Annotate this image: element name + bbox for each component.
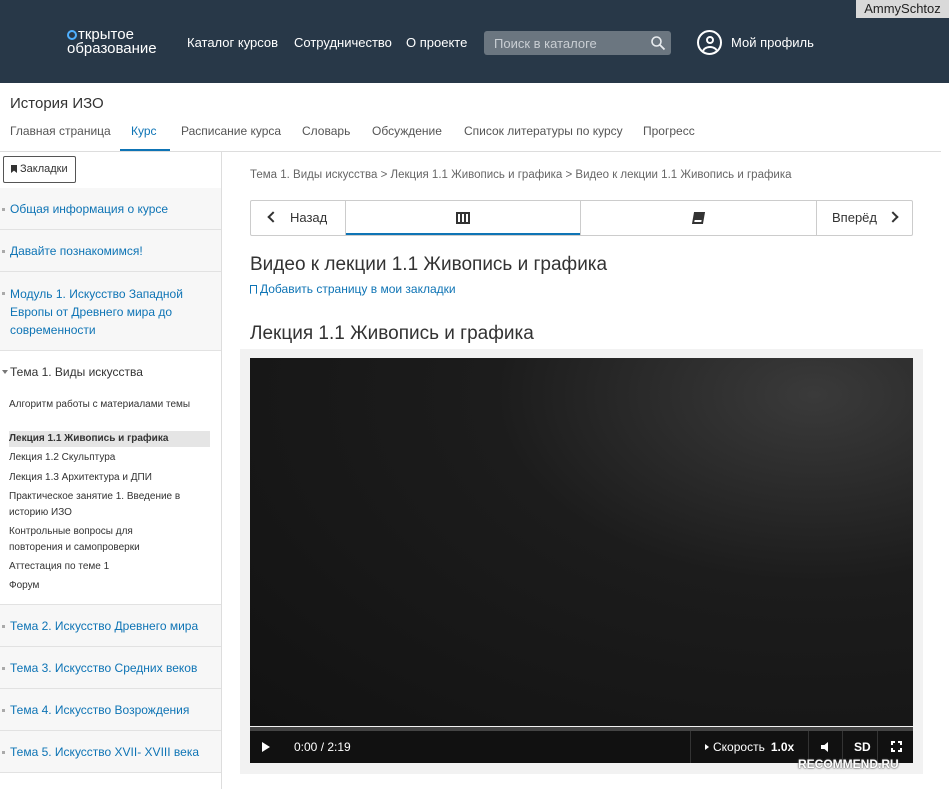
- search-icon[interactable]: [650, 35, 666, 51]
- logo-o-icon: [67, 30, 77, 40]
- sidebar-section-label: Общая информация о курсе: [10, 202, 169, 216]
- tab-course[interactable]: Курс: [131, 124, 157, 138]
- add-bookmark-link[interactable]: Добавить страницу в мои закладки: [250, 282, 456, 296]
- sidebar-section[interactable]: Давайте познакомимся!: [0, 230, 221, 272]
- film-icon: [456, 212, 470, 224]
- subsection-item[interactable]: Аттестация по теме 1: [9, 559, 209, 575]
- fullscreen-icon[interactable]: [891, 741, 902, 752]
- seq-tab-text[interactable]: [580, 201, 816, 235]
- sidebar-section[interactable]: Тема 5. Искусство XVII- XVIII века: [0, 731, 221, 773]
- nav-about[interactable]: О проекте: [406, 35, 467, 50]
- bookmarks-button[interactable]: Закладки: [3, 156, 76, 183]
- bookmark-icon: [11, 165, 17, 173]
- search-input[interactable]: [484, 31, 644, 55]
- bookmark-outline-icon: [250, 285, 257, 294]
- bullet-icon: [2, 751, 5, 754]
- bullet-icon: [2, 250, 5, 253]
- sidebar-section[interactable]: Тема 3. Искусство Средних веков: [0, 647, 221, 689]
- tab-literature[interactable]: Список литературы по курсу: [464, 124, 623, 138]
- breadcrumb[interactable]: Тема 1. Виды искусства > Лекция 1.1 Живо…: [250, 169, 792, 181]
- bullet-icon: [2, 667, 5, 670]
- site-watermark: RECOMMEND.RU: [798, 757, 899, 771]
- site-logo[interactable]: ткрытое образование: [67, 27, 157, 57]
- topic-heading[interactable]: Тема 1. Виды искусства: [10, 365, 143, 379]
- sidebar-section-label: Модуль 1. Искусство Западной Европы от Д…: [10, 287, 183, 337]
- watermark-username: AmmySchtoz: [856, 0, 949, 18]
- sidebar-section-label: Давайте познакомимся!: [10, 244, 143, 258]
- sidebar-section[interactable]: Тема 4. Искусство Возрождения: [0, 689, 221, 731]
- sidebar-section-label: Тема 4. Искусство Возрождения: [10, 703, 190, 717]
- prev-label: Назад: [290, 210, 328, 225]
- sidebar-section-label: Тема 2. Искусство Древнего мира: [10, 619, 199, 633]
- bullet-icon: [2, 709, 5, 712]
- bullet-icon: [2, 625, 5, 628]
- bullet-icon: [2, 292, 5, 295]
- caret-right-icon: [705, 744, 709, 750]
- sidebar-section[interactable]: Модуль 1. Искусство Западной Европы от Д…: [0, 272, 221, 351]
- quality-button[interactable]: SD: [854, 740, 871, 754]
- tab-home[interactable]: Главная страница: [10, 124, 111, 138]
- profile-label: Мой профиль: [731, 35, 814, 50]
- speed-label: Скорость: [713, 740, 765, 754]
- volume-icon[interactable]: [821, 742, 831, 752]
- chevron-left-icon: [267, 211, 279, 223]
- sidebar-open-topic: Тема 1. Виды искусства Алгоритм работы с…: [0, 351, 221, 605]
- subsection-item[interactable]: Лекция 1.3 Архитектура и ДПИ: [9, 470, 209, 486]
- video-player[interactable]: [250, 358, 913, 726]
- speed-value: 1.0x: [770, 740, 795, 754]
- seq-tab-video[interactable]: [346, 201, 580, 235]
- lecture-title: Лекция 1.1 Живопись и графика: [250, 323, 534, 344]
- next-label: Вперёд: [832, 210, 877, 225]
- subsection-item[interactable]: Лекция 1.2 Скульптура: [9, 450, 209, 466]
- subsection-item[interactable]: Алгоритм работы с материалами темы: [9, 397, 194, 413]
- speed-button[interactable]: Скорость 1.0x: [705, 740, 794, 754]
- top-header: ткрытое образование Каталог курсов Сотру…: [0, 0, 949, 83]
- sequence-nav: Назад Вперёд: [250, 200, 913, 236]
- chevron-right-icon: [887, 211, 899, 223]
- profile-menu[interactable]: Мой профиль: [697, 30, 827, 56]
- tab-discussion[interactable]: Обсуждение: [372, 124, 442, 138]
- subsection-item-active[interactable]: Лекция 1.1 Живопись и графика: [9, 431, 210, 447]
- course-title: История ИЗО: [10, 95, 104, 112]
- divider: [690, 731, 691, 763]
- bullet-icon: [2, 208, 5, 211]
- video-time: 0:00 / 2:19: [294, 740, 351, 754]
- tab-glossary[interactable]: Словарь: [302, 124, 350, 138]
- bookmarks-label: Закладки: [20, 163, 68, 175]
- subsection-item[interactable]: Форум: [9, 578, 209, 594]
- nav-catalog[interactable]: Каталог курсов: [187, 35, 278, 50]
- sidebar-section-label: Тема 5. Искусство XVII- XVIII века: [10, 745, 199, 759]
- next-button[interactable]: Вперёд: [816, 201, 913, 235]
- tab-schedule[interactable]: Расписание курса: [181, 124, 281, 138]
- expanded-caret-icon[interactable]: [2, 370, 8, 374]
- add-bookmark-label: Добавить страницу в мои закладки: [260, 282, 456, 296]
- search-box: [484, 31, 671, 55]
- subsection-item[interactable]: Практическое занятие 1. Введение в истор…: [9, 489, 209, 521]
- sidebar-section[interactable]: Общая информация о курсе: [0, 188, 221, 230]
- nav-cooperation[interactable]: Сотрудничество: [294, 35, 392, 50]
- prev-button[interactable]: Назад: [251, 201, 346, 235]
- unit-title: Видео к лекции 1.1 Живопись и графика: [250, 254, 608, 275]
- book-icon: [691, 212, 706, 224]
- logo-line2: образование: [67, 40, 157, 57]
- play-icon[interactable]: [262, 742, 270, 752]
- user-avatar-icon: [697, 30, 722, 55]
- subsection-item[interactable]: Контрольные вопросы для повторения и сам…: [9, 524, 179, 556]
- sidebar-section[interactable]: Тема 2. Искусство Древнего мира: [0, 605, 221, 647]
- tab-progress[interactable]: Прогресс: [643, 124, 695, 138]
- sidebar-section-label: Тема 3. Искусство Средних веков: [10, 661, 198, 675]
